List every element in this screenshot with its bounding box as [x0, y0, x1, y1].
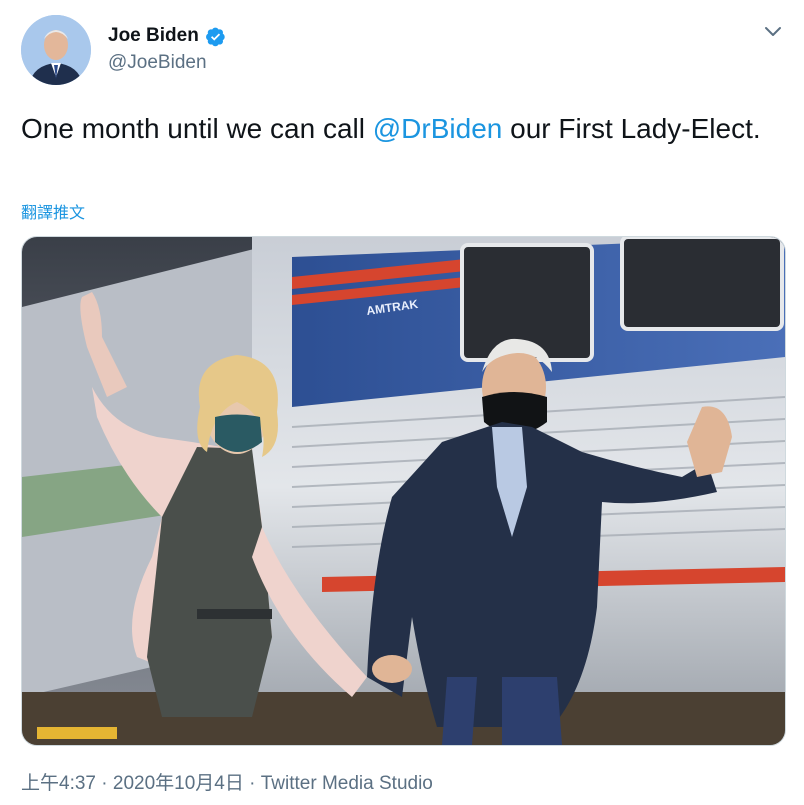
- tweet-text-before: One month until we can call: [21, 113, 373, 144]
- avatar[interactable]: [21, 15, 91, 85]
- tweet-date[interactable]: 2020年10月4日: [113, 773, 244, 794]
- verified-badge-icon: [205, 26, 226, 47]
- tweet-text-after: our First Lady-Elect.: [502, 113, 761, 144]
- author-block: Joe Biden @JoeBiden: [108, 22, 226, 74]
- tweet-source-link[interactable]: Twitter Media Studio: [261, 773, 433, 794]
- translate-tweet-link[interactable]: 翻譯推文: [21, 199, 85, 223]
- meta-separator: ·: [243, 773, 261, 794]
- tweet-time[interactable]: 上午4:37: [21, 773, 96, 794]
- author-handle[interactable]: @JoeBiden: [108, 52, 226, 74]
- avatar-image: [21, 15, 91, 85]
- tweet-photo[interactable]: AMTRAK: [21, 236, 786, 746]
- photo-image: AMTRAK: [22, 237, 785, 745]
- author-name-row: Joe Biden: [108, 22, 226, 50]
- tweet-text: One month until we can call @DrBiden our…: [21, 107, 781, 150]
- tweet-meta: 上午4:37 · 2020年10月4日 · Twitter Media Stud…: [21, 768, 433, 795]
- meta-separator: ·: [95, 773, 113, 794]
- mention-link[interactable]: @DrBiden: [373, 113, 503, 144]
- chevron-down-icon[interactable]: [762, 20, 784, 42]
- author-name[interactable]: Joe Biden: [108, 25, 199, 47]
